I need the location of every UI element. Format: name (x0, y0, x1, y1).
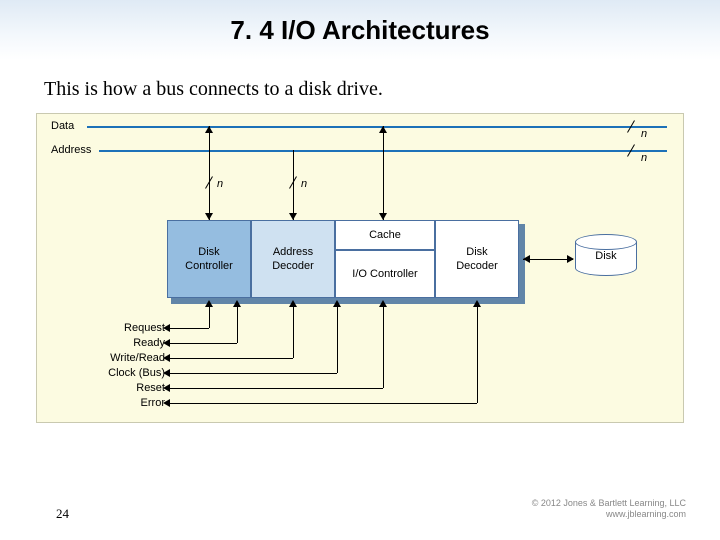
signal-line (169, 373, 337, 374)
tap-data-to-diskctrl (209, 126, 210, 220)
signal-riser (209, 304, 210, 328)
arrow-up-icon (205, 300, 213, 307)
arrow-up-icon (289, 300, 297, 307)
data-bus-line (87, 126, 667, 128)
signal-label: Write/Read (37, 352, 165, 364)
signal-riser (237, 304, 238, 343)
signal-line (169, 388, 383, 389)
disk-cylinder: Disk (575, 234, 637, 276)
arrow-up-icon (473, 300, 481, 307)
arrow-up-icon (233, 300, 241, 307)
tap-data-to-io (383, 126, 384, 220)
signal-label: Error (37, 397, 165, 409)
signal-label: Reset (37, 382, 165, 394)
signal-label: Clock (Bus) (37, 367, 165, 379)
data-bus-width-n: n (641, 128, 647, 140)
tap-diskctrl-n: n (217, 178, 223, 190)
arrow-left-icon (163, 399, 170, 407)
signal-riser (383, 304, 384, 388)
signal-riser (477, 304, 478, 403)
arrow-left-icon (163, 369, 170, 377)
arrow-down-icon (289, 213, 297, 220)
io-controller-box: I/O Controller (335, 250, 435, 298)
disk-label: Disk (575, 250, 637, 262)
arrow-up-icon (379, 126, 387, 133)
copyright-line1: © 2012 Jones & Bartlett Learning, LLC (532, 498, 686, 509)
arrow-left-icon (163, 324, 170, 332)
slide-title: 7. 4 I/O Architectures (230, 15, 489, 46)
arrow-left-icon (163, 354, 170, 362)
row-shadow-right (519, 224, 525, 304)
arrow-up-icon (205, 126, 213, 133)
tap-diskctrl-slash (203, 176, 215, 188)
disk-connector (523, 259, 573, 260)
arrow-down-icon (379, 213, 387, 220)
signal-line (169, 358, 293, 359)
tap-addrdec-n: n (301, 178, 307, 190)
copyright: © 2012 Jones & Bartlett Learning, LLC ww… (532, 498, 686, 520)
data-bus-width-slash (625, 120, 637, 132)
signal-label: Ready (37, 337, 165, 349)
address-bus-label: Address (51, 144, 91, 156)
disk-decoder-box: Disk Decoder (435, 220, 519, 298)
copyright-line2: www.jblearning.com (532, 509, 686, 520)
row-shadow-bottom (171, 298, 523, 304)
cache-box: Cache (335, 220, 435, 250)
signal-riser (337, 304, 338, 373)
arrow-left-icon (163, 384, 170, 392)
signal-line (169, 403, 477, 404)
arrow-right-icon (567, 255, 574, 263)
tap-addrdec-slash (287, 176, 299, 188)
disk-controller-box: Disk Controller (167, 220, 251, 298)
arrow-up-icon (379, 300, 387, 307)
slide-header: 7. 4 I/O Architectures (0, 0, 720, 60)
address-decoder-box: Address Decoder (251, 220, 335, 298)
signal-line (169, 343, 237, 344)
diagram: Data Address n n n n Disk Controller Add… (36, 113, 684, 423)
arrow-left-icon (163, 339, 170, 347)
slide-subtitle: This is how a bus connects to a disk dri… (44, 78, 720, 101)
controller-row: Disk Controller Address Decoder Cache I/… (167, 220, 519, 298)
data-bus-label: Data (51, 120, 74, 132)
signal-label: Request (37, 322, 165, 334)
signal-riser (293, 304, 294, 358)
address-bus-width-slash (625, 144, 637, 156)
address-bus-width-n: n (641, 152, 647, 164)
arrow-down-icon (205, 213, 213, 220)
signal-line (169, 328, 209, 329)
arrow-up-icon (333, 300, 341, 307)
arrow-left-icon (523, 255, 530, 263)
page-number: 24 (56, 506, 69, 522)
